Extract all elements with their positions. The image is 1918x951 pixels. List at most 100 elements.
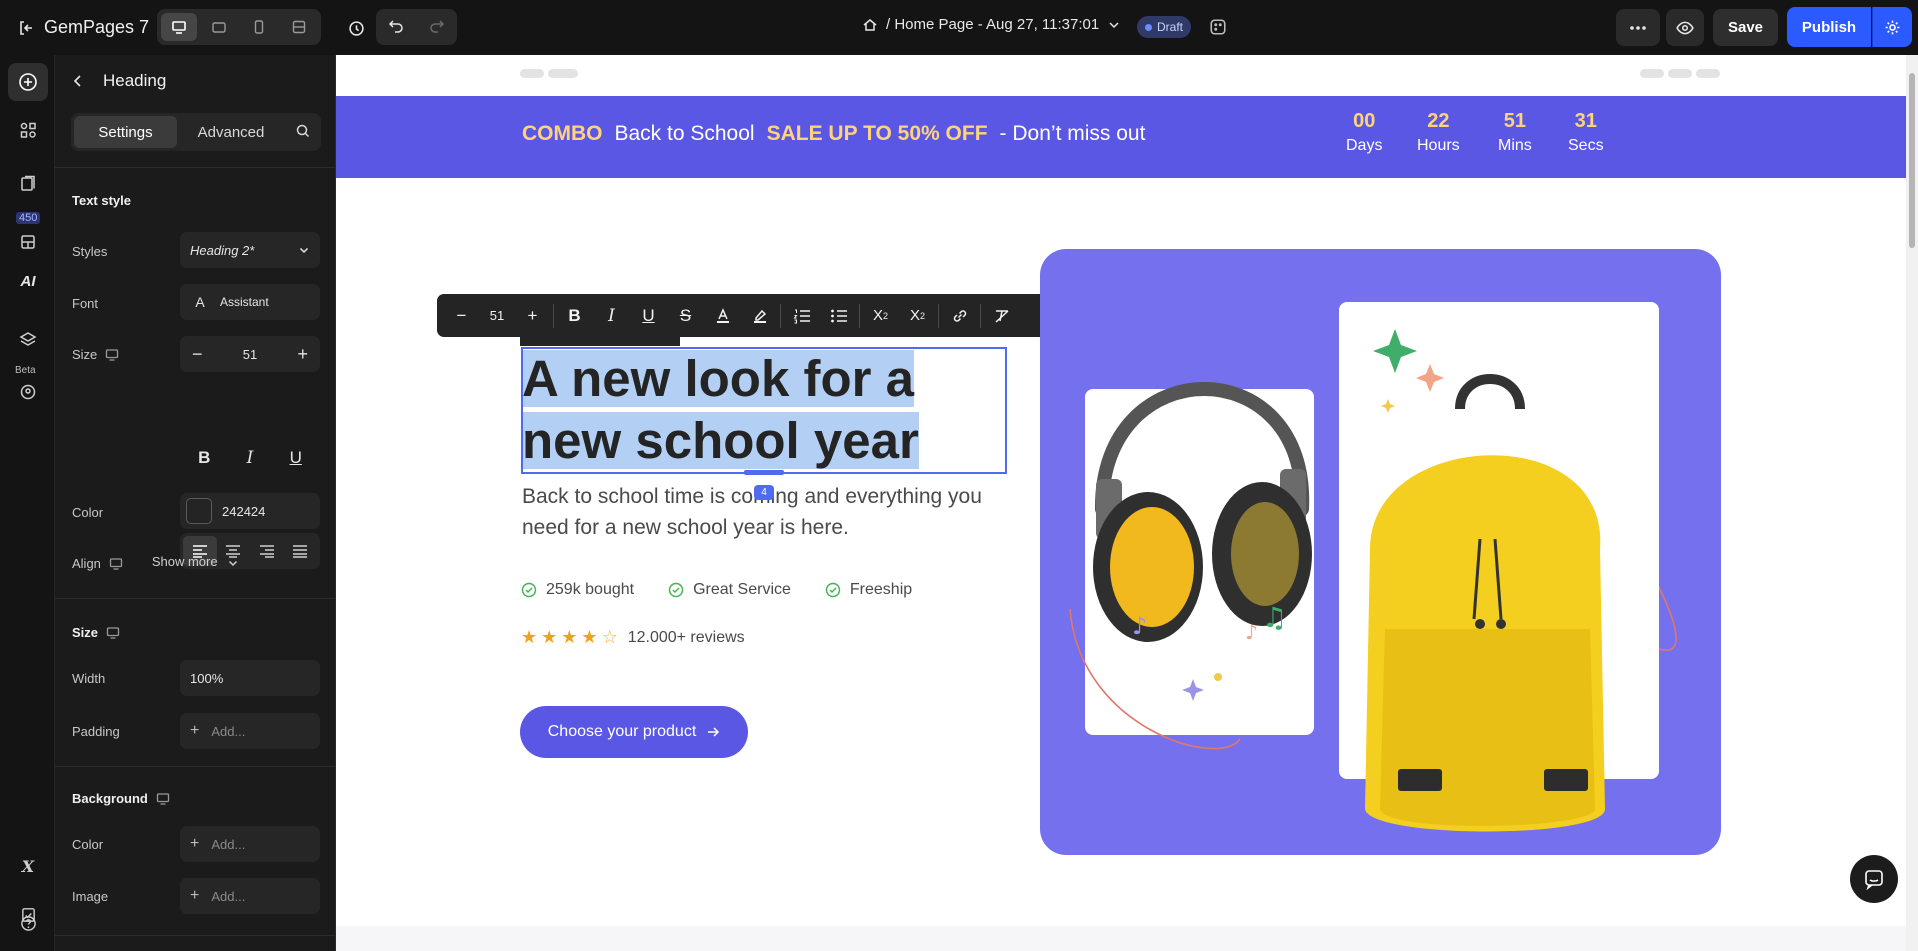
promo-banner[interactable]: COMBO Back to School SALE UP TO 50% OFF … bbox=[336, 96, 1906, 178]
subscript-button[interactable]: X2 bbox=[862, 299, 899, 333]
toolbar-separator bbox=[780, 303, 781, 328]
choose-product-button[interactable]: Choose your product bbox=[520, 706, 748, 758]
bg-color-add-button[interactable]: + Add... bbox=[180, 826, 320, 862]
width-value[interactable]: 100% bbox=[190, 671, 223, 686]
promo-text: COMBO Back to School SALE UP TO 50% OFF … bbox=[522, 122, 1145, 146]
rating: ★ ★ ★ ★ ☆ 12.000+ reviews bbox=[521, 627, 745, 648]
countdown-label: Mins bbox=[1498, 137, 1532, 154]
ordered-list-button[interactable] bbox=[783, 299, 820, 333]
responsive-device-icon[interactable] bbox=[156, 792, 170, 806]
link-button[interactable] bbox=[941, 299, 978, 333]
bg-image-value: Add... bbox=[211, 888, 246, 904]
save-button[interactable]: Save bbox=[1713, 9, 1778, 46]
width-label: Width bbox=[72, 671, 106, 686]
editor-canvas[interactable]: COMBO Back to School SALE UP TO 50% OFF … bbox=[336, 55, 1906, 951]
sections-button[interactable] bbox=[8, 111, 48, 149]
size-value[interactable]: 51 bbox=[243, 347, 257, 362]
background-section-row: Background bbox=[72, 791, 170, 806]
history-button[interactable] bbox=[340, 12, 372, 44]
canvas-scrollbar[interactable] bbox=[1906, 55, 1918, 951]
publish-settings-button[interactable] bbox=[1872, 7, 1912, 47]
bullet-list-button[interactable] bbox=[820, 299, 857, 333]
underline-button[interactable]: U bbox=[290, 448, 302, 468]
show-more-button[interactable]: Show more bbox=[55, 554, 336, 569]
clear-format-button[interactable] bbox=[983, 299, 1020, 333]
plus-icon: + bbox=[190, 887, 200, 904]
highlight-button[interactable] bbox=[741, 299, 778, 333]
bg-image-add-button[interactable]: + Add... bbox=[180, 878, 320, 914]
divider bbox=[55, 167, 336, 168]
padding-add-button[interactable]: + Add... bbox=[180, 713, 320, 749]
more-horizontal-icon bbox=[1630, 25, 1646, 30]
publish-button[interactable]: Publish bbox=[1787, 7, 1871, 47]
pages-button[interactable] bbox=[8, 165, 48, 203]
italic-button[interactable]: I bbox=[593, 299, 630, 333]
library-icon bbox=[21, 235, 35, 249]
countdown-secs: 31 Secs bbox=[1568, 110, 1604, 155]
draft-dot-icon bbox=[1145, 23, 1152, 31]
styles-select[interactable]: Heading 2* bbox=[180, 232, 320, 268]
color-picker[interactable]: 242424 bbox=[180, 493, 320, 529]
more-options-button[interactable] bbox=[1616, 9, 1660, 46]
responsive-device-icon[interactable] bbox=[106, 626, 120, 640]
layers-button[interactable] bbox=[8, 321, 48, 359]
mobile-view-button[interactable] bbox=[241, 13, 277, 41]
toolbar-separator bbox=[859, 303, 860, 328]
undo-button[interactable] bbox=[388, 17, 404, 38]
support-chat-button[interactable] bbox=[1850, 855, 1898, 903]
responsive-device-icon[interactable] bbox=[105, 348, 119, 362]
exit-editor-button[interactable]: GemPages 7 bbox=[18, 17, 149, 38]
color-label: Color bbox=[72, 505, 104, 520]
undo-icon bbox=[389, 19, 403, 33]
add-element-button[interactable] bbox=[8, 63, 48, 101]
layout-icon bbox=[292, 20, 306, 34]
hero-image[interactable]: ♪ ♪ ♫ bbox=[1040, 249, 1721, 855]
bold-button[interactable]: B bbox=[556, 299, 593, 333]
redo-button[interactable] bbox=[429, 17, 445, 38]
color-value[interactable]: 242424 bbox=[222, 504, 265, 519]
library-button[interactable] bbox=[8, 223, 48, 261]
bold-button[interactable]: B bbox=[198, 448, 210, 468]
superscript-button[interactable]: X2 bbox=[899, 299, 936, 333]
resize-handle[interactable] bbox=[744, 470, 784, 475]
selection-outline bbox=[521, 347, 1007, 474]
font-select[interactable]: A Assistant bbox=[180, 284, 320, 320]
size-increase-button[interactable]: + bbox=[297, 344, 308, 365]
redo-icon bbox=[430, 19, 444, 33]
ai-button[interactable]: AI bbox=[8, 262, 48, 300]
variables-button[interactable]: 𝑿 bbox=[8, 847, 48, 885]
layout-view-button[interactable] bbox=[281, 13, 317, 41]
tab-advanced[interactable]: Advanced bbox=[177, 116, 285, 148]
chevron-left-icon[interactable] bbox=[71, 74, 85, 88]
theme-button[interactable] bbox=[1205, 14, 1231, 40]
gear-icon bbox=[1885, 20, 1900, 34]
text-color-button[interactable] bbox=[704, 299, 741, 333]
font-size-value[interactable]: 51 bbox=[480, 308, 514, 323]
desktop-view-button[interactable] bbox=[161, 13, 197, 41]
tab-settings[interactable]: Settings bbox=[74, 116, 177, 148]
scrollbar-thumb[interactable] bbox=[1909, 73, 1915, 248]
left-rail: 450 AI Beta 𝑿 bbox=[0, 55, 55, 951]
size-stepper[interactable]: − 51 + bbox=[180, 336, 320, 372]
help-button[interactable] bbox=[8, 904, 48, 942]
underline-button[interactable]: U bbox=[630, 299, 667, 333]
link-icon bbox=[953, 309, 966, 322]
font-size-increase-button[interactable]: + bbox=[514, 299, 551, 333]
panel-title: Heading bbox=[103, 71, 167, 90]
italic-button[interactable]: I bbox=[247, 448, 254, 468]
preview-button[interactable] bbox=[1666, 9, 1704, 46]
font-size-decrease-button[interactable]: − bbox=[443, 299, 480, 333]
feature-label: 259k bought bbox=[546, 581, 635, 598]
highlighter-icon bbox=[753, 309, 766, 323]
search-icon[interactable] bbox=[295, 123, 311, 139]
width-input[interactable]: 100% bbox=[180, 660, 320, 696]
personalize-button[interactable] bbox=[8, 373, 48, 411]
page-selector[interactable]: / Home Page - Aug 27, 11:37:01 bbox=[862, 16, 1121, 33]
strikethrough-button[interactable]: S bbox=[667, 299, 704, 333]
size-decrease-button[interactable]: − bbox=[192, 344, 203, 365]
color-swatch[interactable] bbox=[186, 498, 212, 524]
home-icon bbox=[863, 18, 877, 31]
tablet-landscape-view-button[interactable] bbox=[201, 13, 237, 41]
size-label: Size bbox=[72, 347, 98, 362]
arrow-right-icon bbox=[708, 727, 720, 737]
